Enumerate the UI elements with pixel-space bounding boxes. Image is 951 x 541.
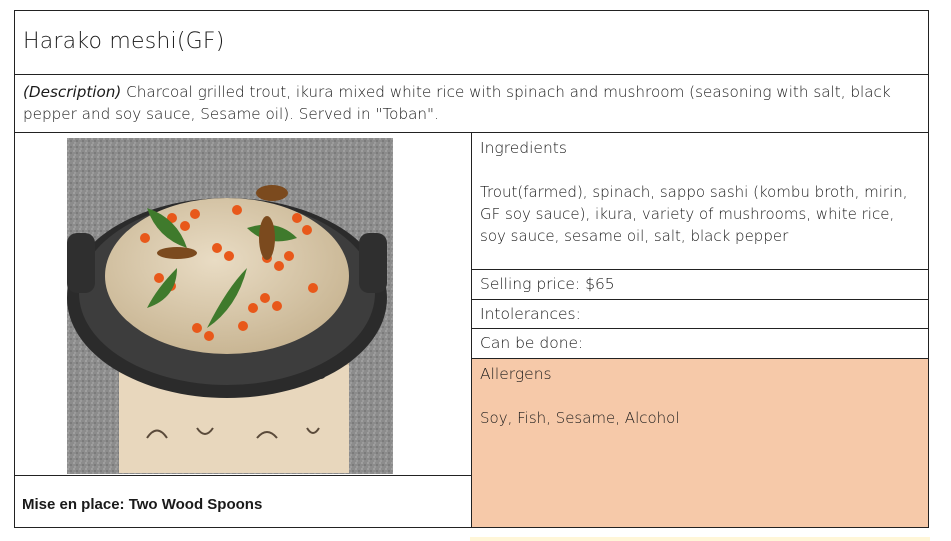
- selling-price-label: Selling price:: [480, 275, 586, 293]
- mise-en-place-row: Mise en place: Two Wood Spoons: [15, 475, 471, 527]
- decorative-strip: [470, 537, 930, 541]
- dish-photo: [67, 138, 393, 474]
- ingredients-text: Trout(farmed), spinach, sappo sashi (kom…: [480, 183, 908, 245]
- allergens-heading: Allergens: [480, 365, 552, 383]
- dish-title: Harako meshi(GF): [23, 29, 225, 54]
- title-row: Harako meshi(GF): [15, 11, 928, 75]
- intolerances-cell: Intolerances:: [472, 300, 928, 329]
- photo-column: Mise en place: Two Wood Spoons: [15, 133, 472, 527]
- description-row: (Description) Charcoal grilled trout, ik…: [15, 75, 928, 133]
- can-be-done-cell: Can be done:: [472, 329, 928, 359]
- description-text: Charcoal grilled trout, ikura mixed whit…: [23, 83, 891, 123]
- ingredients-heading: Ingredients: [480, 139, 567, 157]
- allergens-cell: Allergens Soy, Fish, Sesame, Alcohol: [472, 359, 928, 527]
- mise-en-place: Mise en place: Two Wood Spoons: [22, 496, 263, 513]
- recipe-card: Harako meshi(GF) (Description) Charcoal …: [14, 10, 929, 528]
- description-label: (Description): [23, 83, 122, 101]
- selling-price-value: $65: [585, 275, 615, 293]
- selling-price-cell: Selling price: $65: [472, 270, 928, 300]
- ingredients-cell: Ingredients Trout(farmed), spinach, sapp…: [472, 133, 928, 270]
- details-column: Ingredients Trout(farmed), spinach, sapp…: [472, 133, 928, 527]
- can-be-done-label: Can be done:: [480, 334, 584, 352]
- intolerances-label: Intolerances:: [480, 305, 581, 323]
- allergens-text: Soy, Fish, Sesame, Alcohol: [480, 409, 680, 427]
